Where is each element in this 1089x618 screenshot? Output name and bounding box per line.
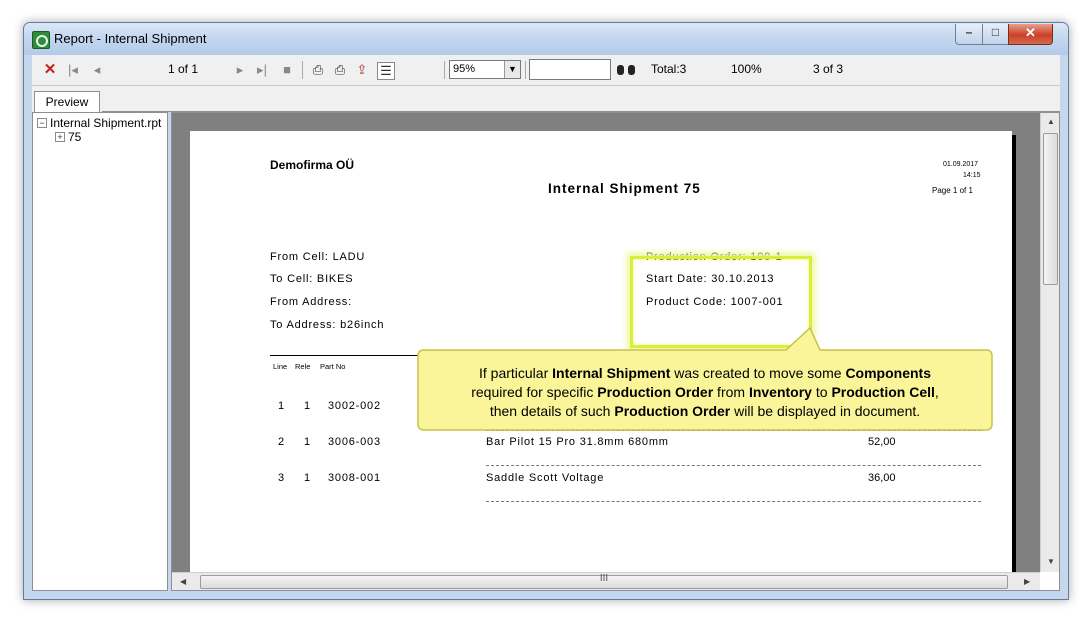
from-address: From Address: bbox=[270, 296, 352, 308]
window-title: Report - Internal Shipment bbox=[54, 31, 207, 46]
print-setup-icon[interactable]: ⎙ bbox=[332, 62, 348, 78]
print-time: 14:15 bbox=[963, 172, 981, 179]
row-3-qty: 36,00 bbox=[868, 472, 896, 484]
group-tree: − Internal Shipment.rpt +75 bbox=[32, 112, 168, 591]
print-date: 01.09.2017 bbox=[943, 161, 979, 168]
scroll-right-icon[interactable]: ▶ bbox=[1024, 577, 1030, 586]
tree-root-label: Internal Shipment.rpt bbox=[50, 116, 162, 130]
stop-icon[interactable]: ■ bbox=[279, 62, 295, 78]
tree-item-root[interactable]: − Internal Shipment.rpt bbox=[37, 116, 161, 130]
report-toolbar: ✕ |◂ ◂ 1 of 1 ▸ ▸| ■ ⎙ ⎙ ⇪ ☰ 95% ▼ Total… bbox=[32, 55, 1060, 86]
tab-bar: Preview bbox=[32, 86, 1060, 112]
horizontal-scrollbar[interactable]: ◀ III ▶ bbox=[172, 572, 1040, 590]
column-rele: Rele bbox=[295, 362, 311, 371]
close-icon: ✕ bbox=[1025, 25, 1036, 40]
total-records: Total:3 bbox=[651, 62, 687, 76]
row-1-part: 3002-002 bbox=[328, 400, 381, 412]
minimize-button[interactable]: – bbox=[955, 24, 983, 45]
to-cell: To Cell: BIKES bbox=[270, 273, 354, 285]
row-2-line: 2 bbox=[278, 436, 285, 448]
row-1-rele: 1 bbox=[304, 400, 311, 412]
row-2-qty: 52,00 bbox=[868, 436, 896, 448]
row-1-line: 1 bbox=[278, 400, 285, 412]
maximize-icon: □ bbox=[991, 25, 1000, 39]
callout-text: If particular Internal Shipment was crea… bbox=[471, 365, 939, 419]
scroll-down-icon[interactable]: ▼ bbox=[1047, 557, 1055, 566]
vertical-scroll-thumb[interactable] bbox=[1043, 133, 1058, 285]
scroll-up-icon[interactable]: ▲ bbox=[1047, 117, 1055, 126]
report-title: Internal Shipment 75 bbox=[548, 181, 701, 196]
company-name: Demofirma OÜ bbox=[270, 158, 355, 172]
minimize-icon: – bbox=[965, 25, 973, 39]
percent-read: 100% bbox=[731, 62, 762, 76]
row-2-desc: Bar Pilot 15 Pro 31.8mm 680mm bbox=[486, 436, 669, 448]
tree-child-label: 75 bbox=[68, 130, 82, 144]
row-divider bbox=[486, 501, 981, 502]
scroll-left-icon[interactable]: ◀ bbox=[180, 577, 186, 586]
next-page-icon[interactable]: ▸ bbox=[232, 62, 248, 78]
tree-item-75[interactable]: +75 bbox=[55, 130, 81, 144]
tab-preview[interactable]: Preview bbox=[34, 91, 100, 112]
title-bar[interactable]: Report - Internal Shipment – □ ✕ bbox=[24, 23, 1068, 55]
row-3-rele: 1 bbox=[304, 472, 311, 484]
row-2-rele: 1 bbox=[304, 436, 311, 448]
previous-page-icon[interactable]: ◂ bbox=[89, 62, 105, 78]
row-3-part: 3008-001 bbox=[328, 472, 381, 484]
find-binoculars-icon[interactable] bbox=[617, 62, 635, 77]
group-tree-toggle-icon[interactable]: ☰ bbox=[377, 62, 395, 80]
row-3-line: 3 bbox=[278, 472, 285, 484]
scroll-grip-icon: III bbox=[599, 573, 609, 584]
report-window: Report - Internal Shipment – □ ✕ ✕ |◂ ◂ … bbox=[23, 22, 1069, 600]
page-number: Page 1 of 1 bbox=[932, 186, 973, 195]
row-3-desc: Saddle Scott Voltage bbox=[486, 472, 605, 484]
export-icon[interactable]: ⇪ bbox=[354, 62, 370, 78]
last-page-icon[interactable]: ▸| bbox=[254, 62, 270, 78]
explanation-callout: If particular Internal Shipment was crea… bbox=[417, 326, 993, 431]
preview-canvas: Demofirma OÜ Internal Shipment 75 01.09.… bbox=[172, 113, 1040, 590]
vertical-scrollbar[interactable]: ▲ ▼ bbox=[1040, 113, 1059, 572]
zoom-select[interactable]: 95% ▼ bbox=[449, 60, 521, 79]
close-window-button[interactable]: ✕ bbox=[1008, 24, 1053, 45]
row-2-part: 3006-003 bbox=[328, 436, 381, 448]
column-part-no: Part No bbox=[320, 362, 346, 371]
search-input[interactable] bbox=[529, 59, 611, 80]
zoom-value: 95% bbox=[453, 63, 476, 75]
close-report-icon[interactable]: ✕ bbox=[42, 62, 58, 78]
record-count: 3 of 3 bbox=[813, 62, 844, 76]
collapse-icon[interactable]: − bbox=[37, 118, 47, 128]
column-line: Line bbox=[273, 362, 288, 371]
expand-icon[interactable]: + bbox=[55, 132, 65, 142]
page-indicator: 1 of 1 bbox=[168, 62, 199, 76]
horizontal-scroll-thumb[interactable]: III bbox=[200, 573, 1008, 589]
from-cell: From Cell: LADU bbox=[270, 251, 366, 263]
chevron-down-icon[interactable]: ▼ bbox=[504, 61, 520, 78]
first-page-icon[interactable]: |◂ bbox=[65, 62, 81, 78]
row-divider bbox=[486, 465, 981, 466]
print-icon[interactable]: ⎙ bbox=[310, 62, 326, 78]
to-address: To Address: b26inch bbox=[270, 319, 385, 331]
maximize-button[interactable]: □ bbox=[982, 24, 1009, 45]
production-order-highlight bbox=[630, 256, 812, 348]
app-icon bbox=[32, 31, 50, 49]
